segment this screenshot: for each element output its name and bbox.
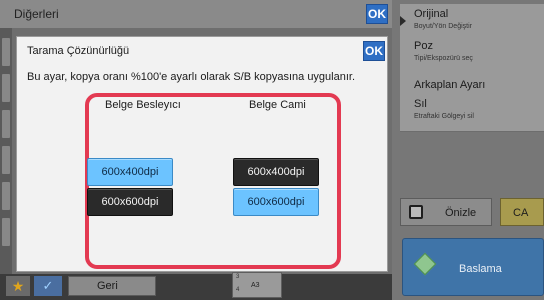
right-item-sublabel: Etraftaki Gölgeyi sil xyxy=(414,113,474,120)
paper-size-label: A3 xyxy=(251,282,260,289)
column-heading-feeder: Belge Besleyıcı xyxy=(105,99,181,111)
right-item-erase[interactable]: Sıl Etraftaki Gölgeyi sil xyxy=(400,94,544,132)
clear-all-label: CA xyxy=(513,207,529,219)
left-tab[interactable] xyxy=(2,74,10,102)
right-item-label: Sıl xyxy=(414,98,427,110)
tray-number: 4 xyxy=(236,287,240,293)
tray-number: 3 xyxy=(236,274,240,280)
back-button[interactable]: Geri xyxy=(68,276,156,296)
start-button[interactable]: Baslama xyxy=(402,238,544,296)
left-tab[interactable] xyxy=(2,146,10,174)
paper-tray-indicator[interactable]: 3 4 A3 xyxy=(232,272,282,298)
start-diamond-icon xyxy=(413,252,437,276)
preview-icon xyxy=(409,205,423,219)
dialog-header: Tarama Çözünürlüğü OK xyxy=(17,37,387,65)
glass-600x600-button[interactable]: 600x600dpi xyxy=(233,188,319,216)
play-arrow-icon xyxy=(400,16,406,26)
preview-label: Önizle xyxy=(445,207,477,219)
ok-button-top[interactable]: OK xyxy=(366,4,388,24)
column-heading-glass: Belge Cami xyxy=(249,99,306,111)
screen-title: Diğerleri xyxy=(14,7,59,21)
confirm-check-button[interactable]: ✓ xyxy=(34,276,62,296)
right-item-label: Poz xyxy=(414,40,433,52)
right-item-label: Arkaplan Ayarı xyxy=(414,79,486,91)
right-item-sublabel: Tipi/Ekspozürü seç xyxy=(414,55,473,62)
left-tab[interactable] xyxy=(2,38,10,66)
right-item-exposure[interactable]: Poz Tipi/Ekspozürü seç xyxy=(400,36,544,74)
left-tab[interactable] xyxy=(2,182,10,210)
left-tab-strip xyxy=(0,28,12,274)
preview-button[interactable]: Önizle xyxy=(400,198,492,226)
start-label: Baslama xyxy=(459,263,502,275)
right-item-sublabel: Boyut/Yön Değiştir xyxy=(414,23,472,30)
left-tab[interactable] xyxy=(2,110,10,138)
clear-all-button[interactable]: CA xyxy=(500,198,544,226)
check-icon: ✓ xyxy=(42,278,54,293)
feeder-600x400-button[interactable]: 600x400dpi xyxy=(87,158,173,186)
favorite-star-button[interactable]: ★ xyxy=(6,276,30,296)
star-icon: ★ xyxy=(11,278,25,294)
top-bar: Diğerleri xyxy=(0,0,392,28)
back-label: Geri xyxy=(97,280,118,292)
left-tab[interactable] xyxy=(2,218,10,246)
glass-600x400-button[interactable]: 600x400dpi xyxy=(233,158,319,186)
right-item-label: Orijinal xyxy=(414,8,449,20)
dialog-title: Tarama Çözünürlüğü xyxy=(27,45,130,57)
feeder-600x600-button[interactable]: 600x600dpi xyxy=(87,188,173,216)
dialog-description: Bu ayar, kopya oranı %100'e ayarlı olara… xyxy=(27,71,356,83)
scan-resolution-dialog: Tarama Çözünürlüğü OK Bu ayar, kopya ora… xyxy=(16,36,388,272)
dialog-ok-button[interactable]: OK xyxy=(363,41,385,61)
